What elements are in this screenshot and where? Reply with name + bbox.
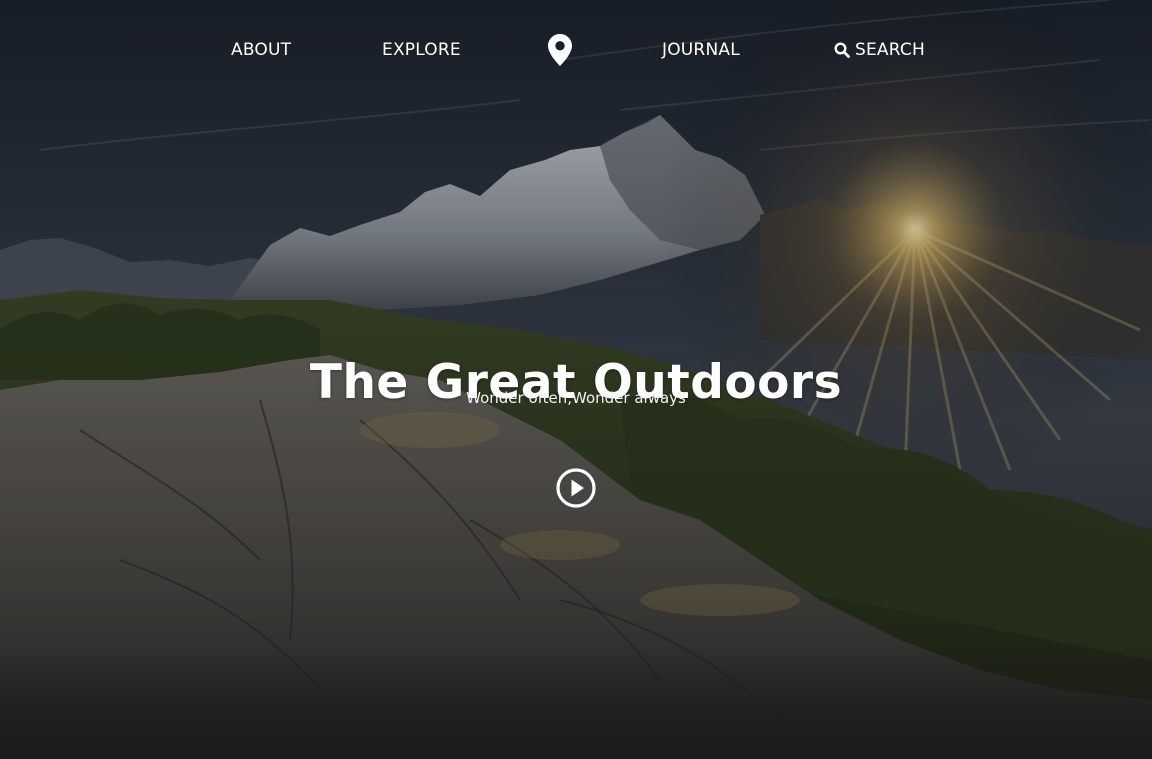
play-circle-icon[interactable]: [555, 467, 597, 509]
hero-section: ABOUT EXPLORE JOURNAL SEARCH The Great O…: [0, 0, 1152, 759]
nav-search-link[interactable]: SEARCH: [834, 38, 925, 62]
map-marker-icon[interactable]: [548, 34, 572, 66]
nav-journal-link[interactable]: JOURNAL: [662, 38, 740, 62]
top-navigation: ABOUT EXPLORE JOURNAL SEARCH: [0, 0, 1152, 100]
nav-explore-link[interactable]: EXPLORE: [382, 38, 461, 62]
nav-search-label: SEARCH: [855, 40, 925, 60]
hero-subtitle: Wonder often,Wonder always: [466, 389, 686, 407]
nav-about-link[interactable]: ABOUT: [231, 38, 291, 62]
search-icon: [834, 42, 850, 58]
